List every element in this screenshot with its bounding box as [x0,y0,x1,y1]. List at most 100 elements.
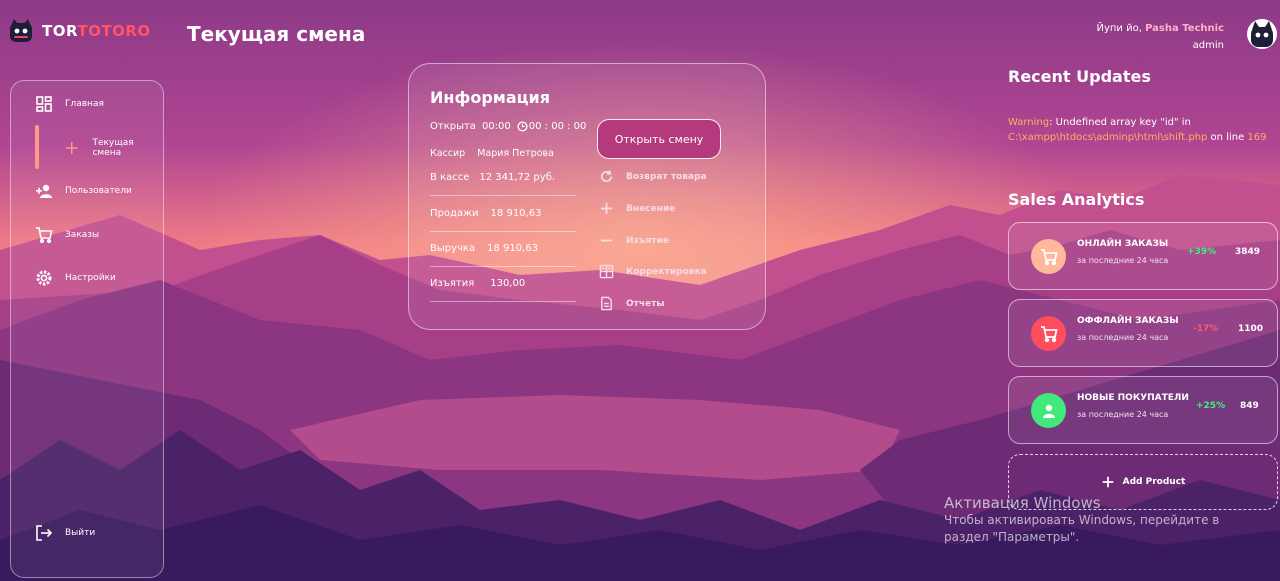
user-role: admin [1192,40,1224,51]
sales-card-subtitle: за последние 24 часа [1077,410,1169,419]
windows-activation-watermark: Активация Windows Чтобы активировать Win… [944,494,1219,546]
sidebar-item-users[interactable]: Пользователи [35,182,132,200]
action-return[interactable]: Возврат товара [599,169,707,184]
calculator-icon [599,264,614,279]
action-correction[interactable]: Корректировка [599,264,707,279]
clock-icon [517,121,528,132]
gear-icon [36,270,52,286]
sidebar-item-settings[interactable]: Настройки [35,269,116,287]
shift-timer: 00 : 00 : 00 [528,121,587,132]
minus-icon [600,239,613,242]
logout-icon [36,525,53,541]
action-label: Изъятие [626,235,669,246]
plus-icon [600,202,613,215]
sales-card-icon-bg [1031,239,1066,274]
revenue-value: 18 910,63 [487,243,539,254]
sales-row: Продажи 18 910,63 [430,208,541,219]
in-cash-row: В кассе 12 341,72 руб. [430,172,555,183]
divider [430,195,576,196]
warning-line-number: 169 [1247,132,1267,143]
sales-card-count: 3849 [1235,247,1261,257]
sidebar-item-current-shift[interactable]: Текущая смена [63,138,163,158]
watermark-line1: Чтобы активировать Windows, перейдите в [944,513,1220,527]
active-indicator [35,125,39,169]
sales-card-count: 849 [1240,401,1259,411]
sales-card-subtitle: за последние 24 часа [1077,256,1169,265]
cart-icon [1040,325,1058,342]
plus-icon [65,142,78,154]
sales-card-icon-bg [1031,393,1066,428]
sales-card-online[interactable]: ОНЛАЙН ЗАКАЗЫ за последние 24 часа +39% … [1008,222,1278,290]
sales-card-name: ОФФЛАЙН ЗАКАЗЫ [1077,316,1179,326]
opened-row: Открыта 00:00 00 : 00 : 00 [430,121,586,132]
sales-card-subtitle: за последние 24 часа [1077,333,1169,342]
sidebar-item-orders[interactable]: Заказы [35,226,99,244]
divider [430,301,576,302]
opened-time: 00:00 [481,121,511,132]
cat-logo-icon [10,19,32,42]
open-shift-button[interactable]: Открыть смену [597,119,721,159]
withdrawals-value: 130,00 [490,278,526,289]
logout-label: Выйти [65,528,96,538]
refresh-icon [601,170,613,183]
recent-updates-title: Recent Updates [1008,67,1151,86]
sales-card-name: НОВЫЕ ПОКУПАТЕЛИ [1077,393,1189,403]
plus-icon [1102,476,1113,488]
sales-card-icon-bg [1031,316,1066,351]
cart-icon [36,227,53,244]
sidebar-item-label: Заказы [65,230,100,240]
withdrawals-label: Изъятия [430,278,475,289]
sidebar-item-label: Настройки [65,273,116,283]
user-greeting-line: Йупи йо, Pasha Technic [1097,20,1225,37]
watermark-line2: раздел "Параметры". [944,530,1080,544]
sidebar-logout[interactable]: Выйти [35,524,95,542]
in-cash-label: В кассе [430,172,470,183]
sales-card-percent: +39% [1187,247,1217,257]
brand-part1: TOR [42,22,78,40]
cart-icon [1040,248,1058,265]
cashier-row: Кассир Мария Петрова [430,148,554,159]
action-deposit[interactable]: Внесение [599,201,675,216]
user-icon [1042,404,1055,418]
page-title: Текущая смена [187,22,366,46]
sales-card-offline[interactable]: ОФФЛАЙН ЗАКАЗЫ за последние 24 часа -17%… [1008,299,1278,367]
divider [430,266,576,267]
warning-message: Warning: Undefined array key "id" in C:\… [1008,115,1278,145]
cashier-label: Кассир [430,148,466,159]
timer-group: 00 : 00 : 00 [517,121,587,132]
sales-analytics-title: Sales Analytics [1008,190,1145,209]
sales-value: 18 910,63 [490,208,542,219]
user-name: Pasha Technic [1145,23,1224,34]
add-user-icon [36,184,52,198]
sales-label: Продажи [430,208,479,219]
warning-path: C:\xampp\htdocs\adminp\html\shift.php [1008,132,1208,143]
action-label: Возврат товара [626,171,707,182]
user-info: Йупи йо, Pasha Technic admin [1097,20,1225,54]
document-icon [601,296,612,311]
brand-logo[interactable]: TORTOTORO [8,18,151,44]
add-product-label: Add Product [1122,477,1186,487]
action-reports[interactable]: Отчеты [599,296,665,311]
sidebar-item-home[interactable]: Главная [35,95,104,113]
sales-card-percent: -17% [1193,324,1219,334]
action-label: Внесение [626,203,676,214]
withdrawals-row: Изъятия 130,00 [430,278,525,289]
action-withdrawal[interactable]: Изъятие [599,233,669,248]
revenue-label: Выручка [430,243,476,254]
warning-word: Warning [1008,117,1050,128]
info-card: Информация Открыта 00:00 00 : 00 : 00 Ка… [408,63,766,330]
brand-part2: TOTORO [77,22,151,40]
sales-card-new-customers[interactable]: НОВЫЕ ПОКУПАТЕЛИ за последние 24 часа +2… [1008,376,1278,444]
dashboard-icon [36,96,52,112]
sidebar-item-label: Пользователи [65,186,132,196]
opened-label: Открыта [430,121,476,132]
warning-on-line: on line [1207,132,1248,143]
sidebar: Главная Текущая смена Пользователи Заказ… [10,80,164,578]
info-title: Информация [430,88,550,107]
sidebar-item-label: Главная [65,99,104,109]
revenue-row: Выручка 18 910,63 [430,243,538,254]
cashier-name: Мария Петрова [477,148,554,159]
avatar[interactable] [1246,18,1278,50]
action-label: Корректировка [626,266,707,277]
sales-card-percent: +25% [1196,401,1226,411]
